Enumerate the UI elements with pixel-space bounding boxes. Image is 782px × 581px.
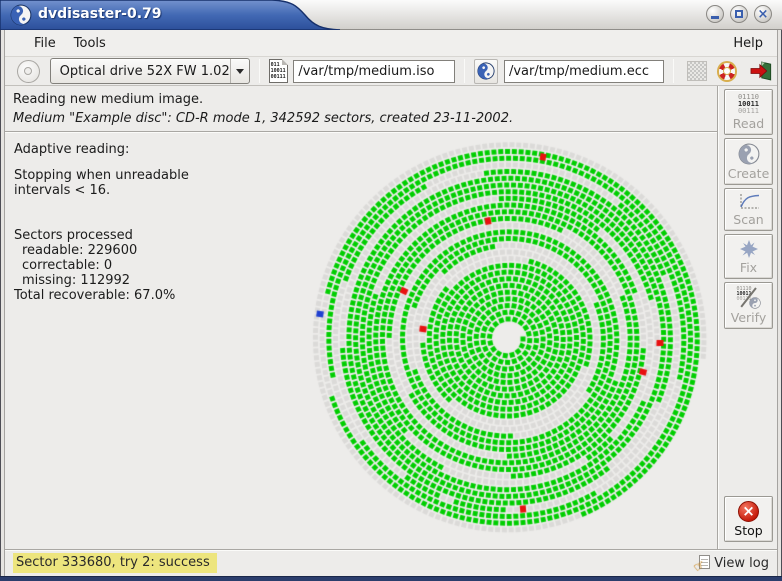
menu-help[interactable]: Help (729, 33, 767, 54)
stop-button-label: Stop (734, 523, 762, 538)
adaptive-reading-heading: Adaptive reading: (14, 142, 244, 157)
ecc-file-input[interactable] (504, 60, 664, 83)
sectors-processed-heading: Sectors processed (14, 228, 244, 243)
scan-button[interactable]: Scan (724, 188, 773, 231)
window-border-right (777, 30, 782, 576)
ecc-file-button[interactable] (474, 59, 498, 84)
quit-icon[interactable] (749, 60, 773, 82)
stopping-line1: Stopping when unreadable (14, 168, 244, 183)
sectors-readable: readable: 229600 (14, 243, 244, 258)
stopping-line2: intervals < 16. (14, 183, 244, 198)
close-icon: × (758, 8, 769, 21)
verify-button-label: Verify (731, 310, 766, 325)
window-border-bottom (0, 576, 782, 581)
scan-button-label: Scan (733, 212, 763, 227)
sectors-correctable: correctable: 0 (14, 258, 244, 273)
fix-button[interactable]: Fix (724, 234, 773, 279)
menu-tools[interactable]: Tools (65, 33, 115, 54)
menu-file[interactable]: File (25, 33, 65, 54)
minimize-icon (711, 16, 719, 19)
maximize-icon (735, 10, 743, 18)
drive-selector-arrow[interactable] (230, 59, 249, 83)
stop-button[interactable]: × Stop (724, 496, 773, 542)
chevron-down-icon (236, 69, 244, 74)
drive-selector-value: Optical drive 52X FW 1.02 (51, 64, 230, 79)
ecc-yinyang-icon (474, 58, 499, 83)
read-button-label: Read (733, 116, 764, 131)
drive-selector[interactable]: Optical drive 52X FW 1.02 (50, 58, 250, 84)
status-message-area: Reading new medium image. Medium "Exampl… (5, 87, 717, 131)
window-border-left (0, 30, 5, 576)
read-icon: 01110 10011 00111 (738, 94, 759, 115)
reading-info-panel: Adaptive reading: Stopping when unreadab… (14, 142, 244, 303)
image-file-input[interactable] (293, 60, 455, 83)
help-lifebuoy-icon[interactable] (717, 61, 738, 82)
view-log-label: View log (714, 556, 769, 571)
sectors-missing: missing: 112992 (14, 273, 244, 288)
create-button[interactable]: Create (724, 138, 773, 185)
status-line2: Medium "Example disc": CD-R mode 1, 3425… (13, 109, 717, 128)
image-file-icon: 011 10011 00111 (269, 59, 289, 83)
read-button[interactable]: 01110 10011 00111 Read (724, 89, 773, 135)
view-log-button[interactable]: ☞ View log (697, 555, 769, 571)
verify-button[interactable]: 01110 10011 00111 Verify (724, 282, 773, 329)
verify-yinyang-icon (749, 297, 761, 309)
toolbar: Optical drive 52X FW 1.02 011 10011 0011… (5, 56, 777, 86)
optical-drive-icon (17, 60, 40, 83)
fix-button-label: Fix (740, 260, 757, 275)
status-line1: Reading new medium image. (13, 90, 717, 109)
toolbar-separator (259, 59, 260, 83)
close-button[interactable]: × (754, 5, 772, 23)
titlebar[interactable]: dvdisaster-0.79 × (0, 0, 782, 30)
drawing-area: Adaptive reading: Stopping when unreadab… (5, 133, 717, 549)
bottom-statusbar: Sector 333680, try 2: success ☞ View log (5, 549, 777, 576)
total-recoverable: Total recoverable: 67.0% (14, 288, 244, 303)
maximize-button[interactable] (730, 5, 748, 23)
view-log-icon: ☞ (697, 555, 711, 571)
scan-curve-icon (737, 193, 761, 211)
create-yinyang-icon (733, 139, 764, 170)
create-button-label: Create (728, 166, 770, 181)
minimize-button[interactable] (706, 5, 724, 23)
fix-splat-icon (738, 239, 760, 259)
menubar: File Tools Help (5, 30, 777, 56)
action-sidebar: 01110 10011 00111 Read Create Scan Fix (717, 86, 777, 549)
toolbar-separator (464, 59, 465, 83)
preferences-icon (687, 61, 707, 81)
verify-icon: 01110 10011 00111 (737, 287, 761, 309)
toolbar-separator (673, 59, 674, 83)
dvdisaster-window: dvdisaster-0.79 × File Tools Help Optica… (0, 0, 782, 581)
window-title: dvdisaster-0.79 (38, 6, 162, 22)
sector-status-message: Sector 333680, try 2: success (13, 553, 217, 573)
stop-icon: × (738, 501, 759, 522)
